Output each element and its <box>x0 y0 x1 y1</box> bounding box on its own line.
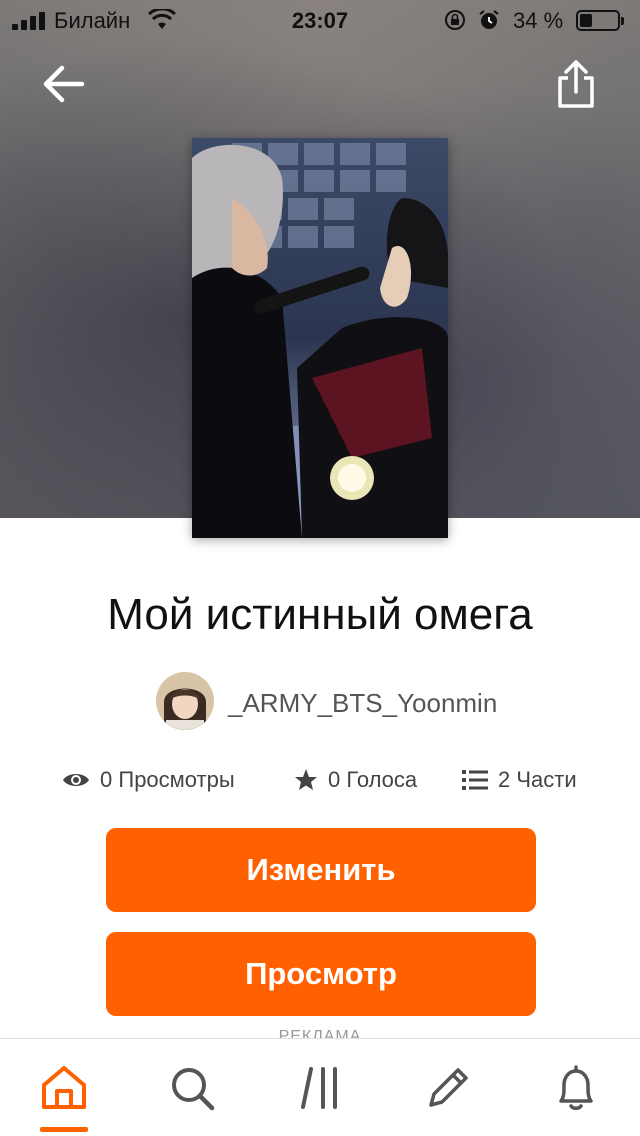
story-title: Мой истинный омега <box>107 590 533 639</box>
status-bar: Билайн 23:07 34 % <box>0 0 640 40</box>
votes-label: Голоса <box>346 767 418 792</box>
cover-photo <box>192 138 448 538</box>
story-cover-image[interactable] <box>192 138 448 538</box>
home-icon[interactable] <box>39 1063 89 1113</box>
search-icon[interactable] <box>167 1063 217 1113</box>
library-icon[interactable] <box>297 1063 347 1113</box>
edit-button[interactable]: Изменить <box>106 828 536 912</box>
views-label: Просмотры <box>118 767 235 792</box>
bottom-tab-bar <box>0 1038 640 1136</box>
views-count: 0 <box>100 767 113 792</box>
battery-icon <box>576 10 624 31</box>
story-stats: 0 Просмотры 0 Голоса 2 Части <box>0 760 640 800</box>
star-icon <box>295 769 317 790</box>
share-icon[interactable] <box>550 56 602 112</box>
list-icon <box>462 770 488 790</box>
bell-icon[interactable] <box>551 1063 601 1113</box>
parts-label: Части <box>516 767 577 792</box>
back-arrow-icon[interactable] <box>38 58 90 110</box>
view-button[interactable]: Просмотр <box>106 932 536 1016</box>
parts-stat[interactable]: 2 Части <box>462 760 577 800</box>
votes-count: 0 <box>328 767 341 792</box>
parts-count: 2 <box>498 767 511 792</box>
views-stat: 0 Просмотры <box>62 760 235 800</box>
battery-level <box>580 14 592 27</box>
author-avatar[interactable] <box>156 672 214 730</box>
votes-stat: 0 Голоса <box>294 760 417 800</box>
active-tab-indicator <box>40 1127 88 1132</box>
pencil-icon[interactable] <box>423 1063 473 1113</box>
author-name[interactable]: _ARMY_BTS_Yoonmin <box>228 688 497 719</box>
rotation-lock-icon <box>445 10 465 30</box>
alarm-icon <box>479 10 499 29</box>
eye-icon <box>63 774 89 786</box>
author-row[interactable]: _ARMY_BTS_Yoonmin <box>156 672 497 732</box>
battery-percent: 34 % <box>513 8 564 33</box>
